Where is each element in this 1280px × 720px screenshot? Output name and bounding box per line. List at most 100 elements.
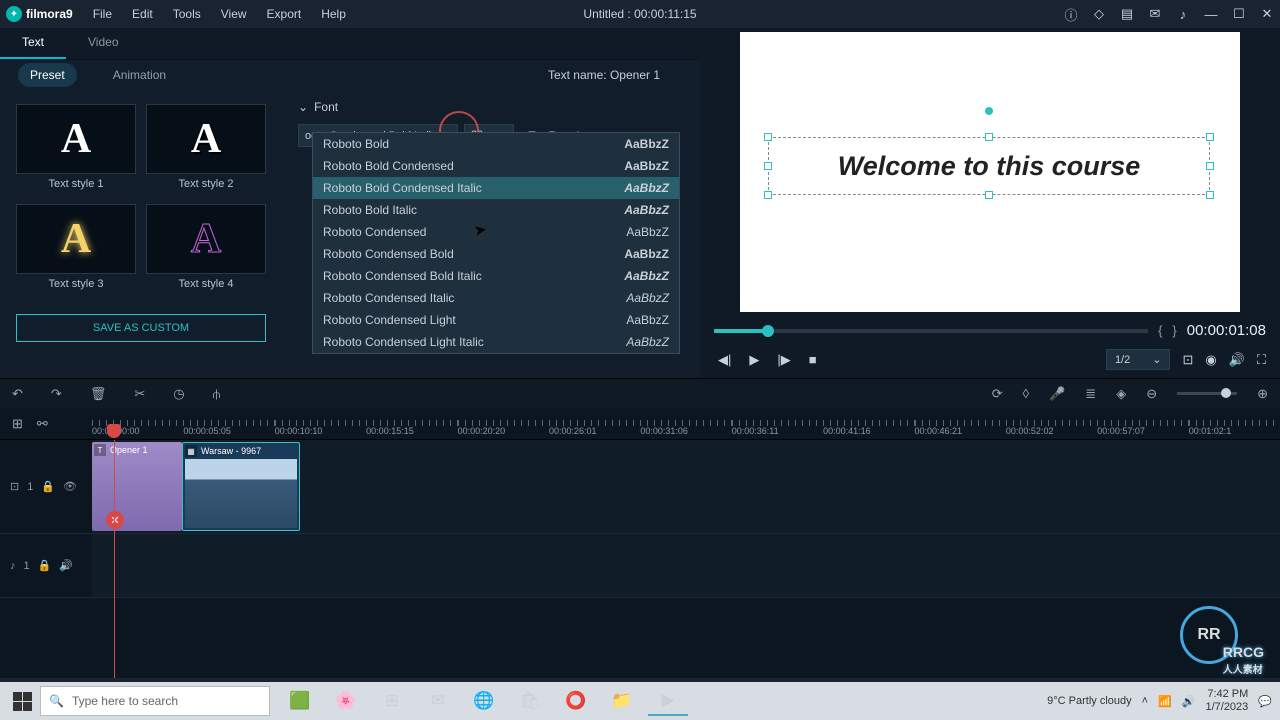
zoom-out-icon[interactable]: ⊖ <box>1146 386 1157 402</box>
menu-edit[interactable]: Edit <box>132 7 153 21</box>
taskbar-chrome[interactable]: ⭕ <box>556 686 596 716</box>
clip-opener-1[interactable]: T Opener 1 ✕ <box>92 442 182 531</box>
font-option[interactable]: Roboto Condensed LightAaBbzZ <box>313 309 679 331</box>
resize-handle-tm[interactable] <box>985 133 993 141</box>
lock-icon[interactable]: 🔒 <box>41 480 55 493</box>
audio-track-body[interactable] <box>92 534 1280 597</box>
taskbar-search[interactable]: 🔍 Type here to search <box>40 686 270 716</box>
lock-icon[interactable]: 🔒 <box>38 559 52 572</box>
text-style-3[interactable]: A Text style 3 <box>16 204 136 290</box>
text-style-1[interactable]: A Text style 1 <box>16 104 136 190</box>
tab-preset[interactable]: Preset <box>18 63 77 87</box>
voiceover-icon[interactable]: 🎤 <box>1049 386 1065 402</box>
tab-video[interactable]: Video <box>66 28 140 59</box>
font-option[interactable]: Roboto Condensed Bold ItalicAaBbzZ <box>313 265 679 287</box>
scrub-thumb[interactable] <box>762 325 774 337</box>
menu-tools[interactable]: Tools <box>173 7 201 21</box>
resize-handle-mr[interactable] <box>1206 162 1214 170</box>
fullscreen-icon[interactable]: ⛶ <box>1257 352 1266 368</box>
notifications-icon[interactable]: 💬 <box>1258 695 1272 708</box>
bracket-out-icon[interactable]: } <box>1172 323 1176 338</box>
link-icon[interactable]: ⚯ <box>37 416 48 432</box>
step-forward-icon[interactable]: |▶ <box>777 352 790 368</box>
tab-text[interactable]: Text <box>0 28 66 59</box>
font-dropdown[interactable]: Roboto BoldAaBbzZRoboto Bold CondensedAa… <box>312 132 680 354</box>
font-option[interactable]: Roboto Bold CondensedAaBbzZ <box>313 155 679 177</box>
font-option[interactable]: Roboto Condensed ItalicAaBbzZ <box>313 287 679 309</box>
split-icon[interactable]: ✂ <box>134 386 145 402</box>
save-icon[interactable]: ▤ <box>1120 7 1134 21</box>
text-style-4[interactable]: A Text style 4 <box>146 204 266 290</box>
zoom-slider[interactable] <box>1177 392 1237 395</box>
render-icon[interactable]: ⟳ <box>992 386 1003 402</box>
weather-widget[interactable]: 9°C Partly cloudy <box>1047 695 1132 707</box>
delete-icon[interactable]: 🗑 <box>90 386 107 402</box>
close-icon[interactable]: ✕ <box>1260 7 1274 21</box>
tab-animation[interactable]: Animation <box>101 63 178 87</box>
taskbar-mail[interactable]: ✉ <box>418 686 458 716</box>
clip-warsaw[interactable]: ▦ Warsaw - 9967 <box>182 442 300 531</box>
video-track-body[interactable]: T Opener 1 ✕ ▦ Warsaw - 9967 <box>92 440 1280 533</box>
font-option[interactable]: Roboto Bold Condensed ItalicAaBbzZ <box>313 177 679 199</box>
menu-view[interactable]: View <box>221 7 247 21</box>
font-option[interactable]: Roboto Bold ItalicAaBbzZ <box>313 199 679 221</box>
resize-handle-tl[interactable] <box>764 133 772 141</box>
marker-add-icon[interactable]: ◊ <box>1023 386 1029 401</box>
tray-volume-icon[interactable]: 🔊 <box>1182 695 1196 708</box>
font-section-title[interactable]: ⌄ Font <box>298 100 684 114</box>
zoom-select[interactable]: 1/2 ⌄ <box>1106 349 1171 370</box>
redo-icon[interactable]: ↷ <box>51 386 62 402</box>
bell-icon[interactable]: ♪ <box>1176 7 1190 21</box>
preview-canvas[interactable]: Welcome to this course <box>740 32 1240 312</box>
rotate-handle[interactable] <box>985 107 993 115</box>
scrubber[interactable] <box>714 329 1148 333</box>
delete-clip-icon[interactable]: ✕ <box>106 511 124 529</box>
taskbar-clock[interactable]: 7:42 PM 1/7/2023 <box>1205 688 1248 714</box>
bracket-in-icon[interactable]: { <box>1158 323 1162 338</box>
volume-icon[interactable]: 🔊 <box>1229 352 1245 368</box>
tray-network-icon[interactable]: 📶 <box>1158 695 1172 708</box>
taskbar-app-2[interactable]: 🌸 <box>326 686 366 716</box>
text-object[interactable]: Welcome to this course <box>768 137 1210 195</box>
info-icon[interactable]: ⓘ <box>1064 7 1078 21</box>
taskbar-store[interactable]: 🛍 <box>510 686 550 716</box>
maximize-icon[interactable]: ☐ <box>1232 7 1246 21</box>
resize-handle-br[interactable] <box>1206 191 1214 199</box>
preview-text[interactable]: Welcome to this course <box>768 137 1210 195</box>
undo-icon[interactable]: ↶ <box>12 386 23 402</box>
taskbar-taskview[interactable]: ⊞ <box>372 686 412 716</box>
font-option[interactable]: Roboto Condensed BoldAaBbzZ <box>313 243 679 265</box>
taskbar-edge[interactable]: 🌐 <box>464 686 504 716</box>
resize-handle-ml[interactable] <box>764 162 772 170</box>
add-track-icon[interactable]: ⊞ <box>12 416 23 432</box>
menu-export[interactable]: Export <box>267 7 302 21</box>
taskbar-app-1[interactable]: 🟩 <box>280 686 320 716</box>
font-option[interactable]: Roboto BoldAaBbzZ <box>313 133 679 155</box>
menu-file[interactable]: File <box>93 7 112 21</box>
mail-icon[interactable]: ✉ <box>1148 7 1162 21</box>
mute-icon[interactable]: 🔊 <box>59 559 73 572</box>
zoom-thumb[interactable] <box>1221 388 1231 398</box>
start-button[interactable] <box>8 687 36 715</box>
snapshot-icon[interactable]: ◉ <box>1205 352 1216 368</box>
save-as-custom-button[interactable]: SAVE AS CUSTOM <box>16 314 266 342</box>
visibility-icon[interactable]: 👁 <box>63 480 77 493</box>
quality-icon[interactable]: ⊡ <box>1182 352 1193 368</box>
zoom-in-icon[interactable]: ⊕ <box>1257 386 1268 402</box>
keyframe-icon[interactable]: ◈ <box>1116 386 1126 402</box>
text-style-2[interactable]: A Text style 2 <box>146 104 266 190</box>
play-icon[interactable]: ▶ <box>749 352 759 368</box>
tray-chevron-icon[interactable]: ˄ <box>1142 695 1148 707</box>
minimize-icon[interactable]: — <box>1204 7 1218 21</box>
marker-icon[interactable]: ◷ <box>173 386 184 402</box>
taskbar-filmora[interactable]: ▶ <box>648 686 688 716</box>
account-icon[interactable]: ◇ <box>1092 7 1106 21</box>
stop-icon[interactable]: ■ <box>809 352 817 367</box>
mixer-icon[interactable]: ≣ <box>1085 386 1096 402</box>
font-option[interactable]: Roboto CondensedAaBbzZ <box>313 221 679 243</box>
resize-handle-bl[interactable] <box>764 191 772 199</box>
font-option[interactable]: Roboto Condensed Light ItalicAaBbzZ <box>313 331 679 353</box>
step-back-icon[interactable]: ◀| <box>718 352 731 368</box>
playhead[interactable] <box>114 440 115 678</box>
menu-help[interactable]: Help <box>321 7 346 21</box>
